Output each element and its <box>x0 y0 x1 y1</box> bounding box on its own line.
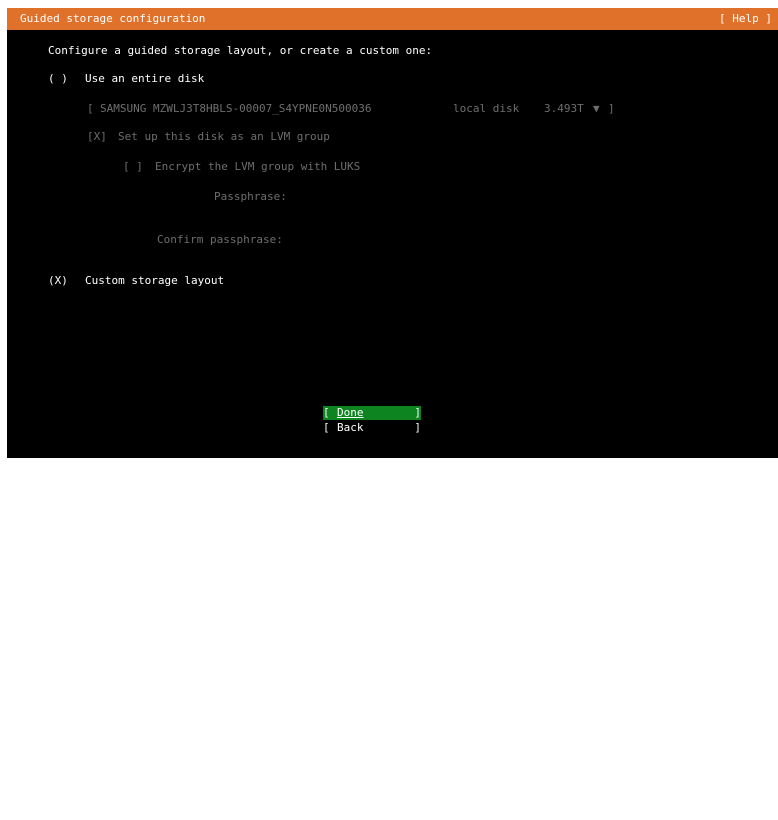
done-button[interactable]: [ Done ] <box>323 406 421 420</box>
lvm-label: Set up this disk as an LVM group <box>118 130 330 143</box>
passphrase-label: Passphrase: <box>214 190 287 203</box>
disk-selector-close-bracket: ] <box>608 102 615 115</box>
encrypt-label: Encrypt the LVM group with LUKS <box>155 160 361 173</box>
back-button[interactable]: [ Back ] <box>323 421 421 435</box>
back-close-bracket: ] <box>414 421 421 434</box>
encrypt-option[interactable]: [ ] Encrypt the LVM group with LUKS <box>7 160 778 568</box>
back-open-bracket: [ <box>323 421 330 434</box>
lvm-checkbox[interactable]: [X] <box>87 130 107 144</box>
intro-text: Configure a guided storage layout, or cr… <box>48 44 433 57</box>
page-title: Guided storage configuration <box>20 12 206 25</box>
installer-terminal: Guided storage configuration [ Help ] Co… <box>7 8 778 458</box>
help-button[interactable]: [ Help ] <box>719 12 772 26</box>
custom-storage-radio[interactable]: (X) <box>48 274 68 288</box>
disk-name: SAMSUNG MZWLJ3T8HBLS-00007_S4YPNE0N50003… <box>100 102 372 115</box>
encrypt-checkbox[interactable]: [ ] <box>123 160 143 174</box>
confirm-passphrase-label: Confirm passphrase: <box>157 233 283 246</box>
done-open-bracket: [ <box>323 406 330 419</box>
done-label: Done <box>337 406 364 419</box>
title-bar: Guided storage configuration [ Help ] <box>7 8 778 30</box>
disk-size: 3.493T <box>544 102 584 115</box>
custom-storage-option[interactable]: (X) Custom storage layout <box>7 274 778 722</box>
disk-selector[interactable]: [ SAMSUNG MZWLJ3T8HBLS-00007_S4YPNE0N500… <box>7 102 778 344</box>
custom-storage-label: Custom storage layout <box>85 274 225 287</box>
back-label: Back <box>337 421 364 434</box>
entire-disk-radio[interactable]: ( ) <box>48 72 68 86</box>
disk-selector-open-bracket: [ <box>87 102 94 115</box>
chevron-down-icon: ▼ <box>593 102 600 115</box>
done-close-bracket: ] <box>414 406 421 419</box>
disk-type: local disk <box>453 102 520 115</box>
screen: Guided storage configuration [ Help ] Co… <box>0 0 778 461</box>
entire-disk-label: Use an entire disk <box>85 72 205 85</box>
